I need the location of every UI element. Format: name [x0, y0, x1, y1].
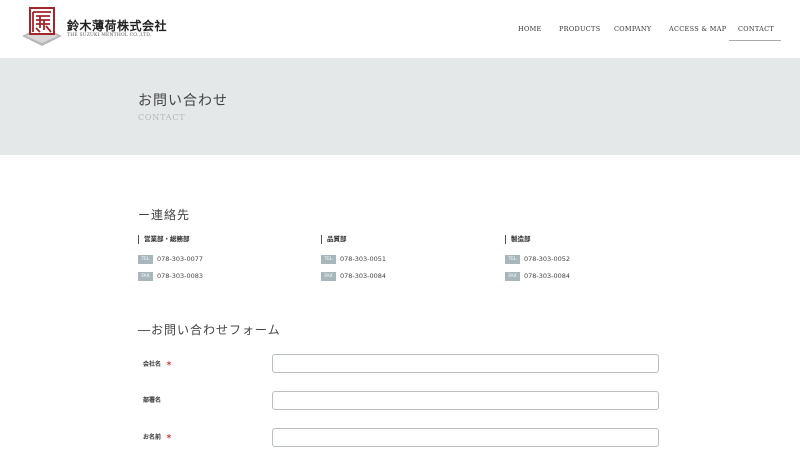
tel-badge: TEL [505, 255, 520, 264]
field-label-text: 部署名 [143, 397, 162, 404]
tel-number-quality[interactable]: 078-303-0051 [340, 255, 386, 264]
fax-number-manufacturing: 078-303-0084 [524, 272, 571, 280]
company-name-en: THE SUZUKI MENTHOL CO.,LTD. [67, 33, 152, 38]
department-label: 部署名 [143, 395, 161, 404]
nav-products[interactable]: PRODUCTS [559, 25, 600, 35]
form-heading: ―お問い合わせフォーム [138, 323, 281, 337]
tel-number-manufacturing[interactable]: 078-303-0052 [524, 255, 570, 264]
fax-badge: FAX [321, 272, 336, 281]
tel-badge: TEL [321, 255, 336, 264]
page-title: お問い合わせ [138, 93, 228, 109]
fax-badge: FAX [505, 272, 520, 281]
contacts-heading: ー連絡先 [138, 208, 191, 222]
company-logo-icon[interactable] [20, 6, 64, 46]
fax-badge: FAX [138, 272, 153, 281]
dept-title-quality: 品質部 [321, 235, 347, 244]
name-label: お名前 ＊ [143, 432, 172, 441]
nav-home[interactable]: HOME [518, 25, 542, 35]
nav-access-map[interactable]: ACCESS & MAP [669, 25, 726, 35]
tel-number-sales[interactable]: 078-303-0077 [157, 255, 203, 264]
company-name-input[interactable] [272, 354, 659, 373]
company-name: 鈴木薄荷株式会社 [67, 19, 168, 33]
field-label-text: お名前 [143, 434, 162, 441]
required-mark: ＊ [166, 434, 173, 441]
nav-company[interactable]: COMPANY [614, 25, 652, 35]
fax-number-sales: 078-303-0083 [157, 272, 204, 280]
site-header: 鈴木薄荷株式会社 THE SUZUKI MENTHOL CO.,LTD. HOM… [0, 0, 800, 58]
tel-badge: TEL [138, 255, 153, 264]
nav-active-underline [729, 40, 781, 41]
page-subtitle: CONTACT [138, 113, 186, 122]
dept-title-manufacturing: 製造部 [505, 235, 531, 244]
fax-number-quality: 078-303-0084 [340, 272, 387, 280]
company-name-label: 会社名 ＊ [143, 359, 172, 368]
required-mark: ＊ [166, 361, 173, 368]
page-hero [0, 58, 800, 155]
nav-contact[interactable]: CONTACT [738, 25, 774, 35]
dept-title-sales: 営業部・総務部 [138, 235, 190, 244]
name-input[interactable] [272, 428, 659, 447]
department-input[interactable] [272, 391, 659, 410]
field-label-text: 会社名 [143, 361, 162, 368]
